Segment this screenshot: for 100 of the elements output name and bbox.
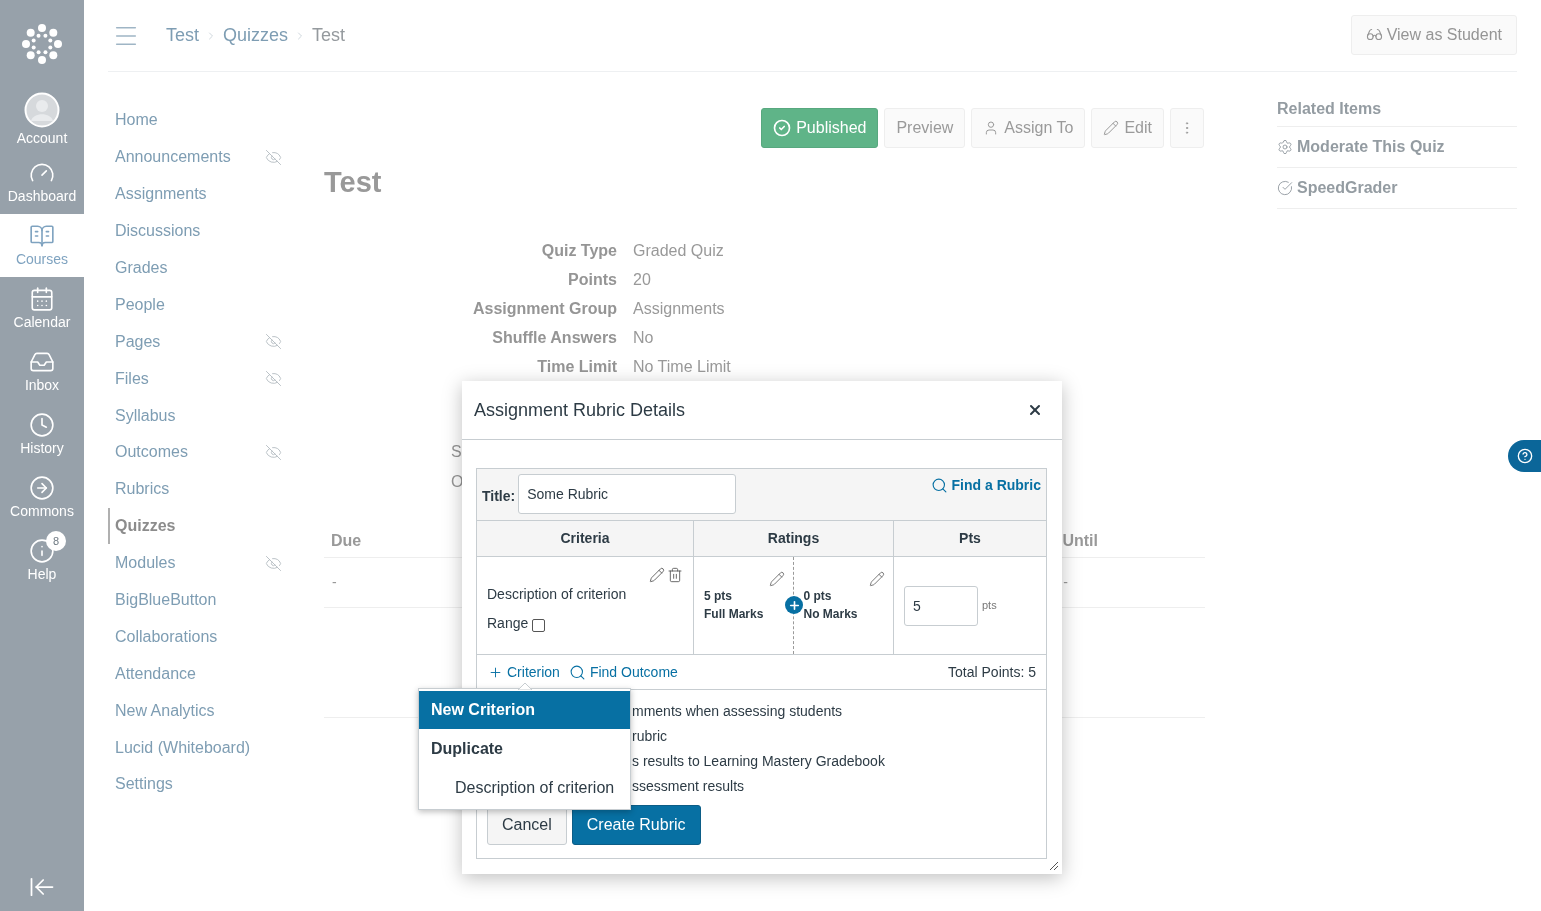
course-nav-link[interactable]: Home (108, 102, 158, 139)
find-rubric-link[interactable]: Find a Rubric (930, 475, 1041, 496)
breadcrumb-link[interactable]: Test (166, 22, 199, 49)
check-circle-icon (773, 119, 792, 137)
toolbar-button[interactable]: Preview (884, 108, 966, 148)
column-header: Ratings (694, 521, 894, 556)
table-cell-text: - (332, 573, 337, 592)
breadcrumb-link[interactable]: Quizzes (223, 22, 289, 49)
menu-group-label: Duplicate (430, 739, 504, 759)
column-header: Pts (958, 529, 982, 548)
pencil-icon[interactable] (649, 567, 665, 583)
logo-icon[interactable] (20, 22, 64, 66)
resize-handle-icon[interactable] (1049, 861, 1059, 871)
detail-label: Time Limit (536, 356, 617, 377)
column-header: Due (331, 531, 362, 551)
view-as-student-button[interactable]: View as Student (1350, 14, 1517, 55)
range-checkbox[interactable] (532, 618, 546, 632)
course-nav-link[interactable]: Assignments (108, 176, 207, 213)
global-nav-item[interactable]: Courses (0, 214, 84, 277)
related-items-heading: Related Items (1277, 99, 1382, 119)
detail-label: Shuffle Answers (491, 327, 617, 348)
course-nav-link[interactable]: Lucid (Whiteboard) (108, 729, 251, 766)
toolbar-button[interactable]: Assign To (971, 108, 1086, 148)
global-nav-item[interactable]: Help 8 (0, 529, 84, 592)
clock-icon (29, 412, 55, 438)
course-nav-link[interactable]: Syllabus (108, 397, 176, 434)
breadcrumb-link[interactable]: Test (312, 22, 346, 49)
detail-value: No Time Limit (633, 356, 731, 377)
title-label: Title: (482, 487, 516, 506)
option-text: mments when assessing students (632, 702, 844, 721)
course-nav-link[interactable]: Settings (108, 766, 173, 803)
close-icon (1027, 402, 1043, 418)
option-text: rubric (632, 727, 668, 746)
glasses-icon (1365, 26, 1383, 43)
course-nav-link[interactable]: Discussions (108, 213, 201, 250)
hidden-text: S (451, 442, 462, 462)
course-nav-link[interactable]: People (108, 286, 165, 323)
detail-label: Assignment Group (472, 298, 617, 319)
create-rubric-button[interactable]: Create Rubric (571, 805, 701, 845)
course-nav-link[interactable]: Collaborations (108, 618, 218, 655)
search-icon (568, 663, 586, 681)
calendar-icon (29, 286, 55, 312)
global-nav-item[interactable]: Commons (0, 466, 84, 529)
menu-item[interactable]: New Criterion (419, 691, 630, 729)
find-outcome-link[interactable]: Find Outcome (568, 661, 678, 683)
course-nav-link[interactable]: New Analytics (108, 692, 215, 729)
rating-points: 5 pts (704, 588, 733, 605)
info-icon (29, 538, 55, 564)
course-nav-link[interactable]: Files (108, 360, 149, 397)
page-title: Test (324, 165, 383, 200)
course-nav-link[interactable]: Modules (108, 545, 176, 582)
title-input[interactable]: Some Rubric (518, 474, 737, 514)
search-icon (930, 477, 948, 494)
total-points: Total Points: 5 (948, 662, 1036, 682)
menu-item[interactable]: Description of criterion (419, 769, 630, 807)
check-icon (1277, 180, 1293, 196)
related-item-link[interactable]: Moderate This Quiz (1277, 135, 1445, 159)
help-icon (1516, 448, 1533, 464)
global-nav-item[interactable]: Inbox (0, 340, 84, 403)
detail-value: No (633, 327, 654, 348)
detail-value: 20 (633, 269, 651, 290)
points-unit: pts (982, 598, 997, 614)
global-nav-item[interactable]: Account (0, 88, 84, 151)
points-input[interactable]: 5 (904, 585, 978, 626)
course-nav-link[interactable]: Quizzes (108, 508, 176, 545)
rating-label: No Marks (803, 606, 859, 623)
add-criterion-link[interactable]: Criterion (488, 661, 560, 683)
book-icon (29, 223, 55, 249)
badge: 8 (46, 531, 66, 551)
table-cell-text: - (1063, 573, 1068, 592)
plus-icon (787, 598, 801, 612)
range-label: Range (487, 614, 529, 633)
pencil-icon[interactable] (768, 571, 785, 587)
course-nav-link[interactable]: Announcements (108, 139, 231, 176)
detail-value: Graded Quiz (633, 240, 724, 261)
detail-label: Points (567, 269, 617, 290)
pencil-icon (1103, 120, 1120, 136)
global-nav-item[interactable]: Calendar (0, 277, 84, 340)
course-nav-link[interactable]: Attendance (108, 655, 196, 692)
toolbar-button[interactable]: Edit (1091, 108, 1164, 148)
rating-points: 0 pts (803, 588, 833, 605)
course-nav-link[interactable]: Rubrics (108, 471, 170, 508)
course-nav-link[interactable]: BigBlueButton (108, 582, 217, 618)
floating-help-tab[interactable] (1508, 440, 1541, 472)
column-header: Criteria (477, 521, 694, 556)
course-nav-link[interactable]: Outcomes (108, 434, 188, 471)
global-nav-item[interactable]: History (0, 403, 84, 466)
avatar-icon (24, 92, 60, 128)
option-text: s results to Learning Mastery Gradebook (632, 752, 886, 771)
add-rating-button[interactable] (785, 596, 803, 614)
course-nav-link[interactable]: Pages (108, 323, 161, 360)
trash-icon[interactable] (667, 567, 683, 583)
plus-icon (488, 664, 503, 680)
rating-label: Full Marks (704, 606, 765, 623)
global-nav-item[interactable]: Dashboard (0, 151, 84, 214)
pencil-icon[interactable] (869, 571, 885, 587)
course-nav-link[interactable]: Grades (108, 250, 168, 286)
related-item-link[interactable]: SpeedGrader (1277, 176, 1398, 200)
toolbar-button[interactable]: Published (761, 108, 879, 148)
gear-icon (1277, 139, 1293, 155)
